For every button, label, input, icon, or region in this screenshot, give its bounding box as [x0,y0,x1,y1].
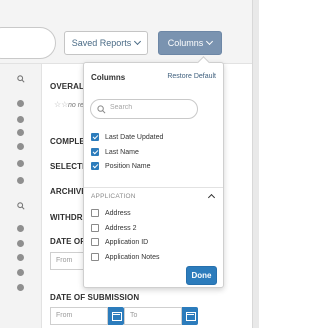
checkbox-unchecked[interactable] [91,253,99,261]
status-dot-icon [17,240,24,247]
report-search-field[interactable] [0,27,56,59]
status-dot-icon [17,129,24,136]
left-icon-column [0,64,42,328]
column-option[interactable]: Last Date Updated [91,131,163,143]
column-option[interactable]: Application Notes [91,251,159,263]
column-option-label: Position Name [105,162,151,170]
column-option-label: Application Notes [105,253,160,261]
status-dot-icon [17,177,24,184]
done-button[interactable]: Done [186,266,217,285]
column-search-field[interactable] [90,99,198,119]
window-edge [252,0,259,328]
column-option[interactable]: Position Name [91,160,151,172]
saved-reports-button[interactable]: Saved Reports [64,31,148,55]
column-option-label: Address [105,209,131,217]
section-label: APPLICATION [91,192,136,200]
submission-to-field[interactable]: To [124,307,182,325]
status-dot-icon [17,284,24,291]
column-search-input[interactable] [110,104,190,111]
columns-dropdown: Columns Restore Default Last Date Update… [83,56,224,288]
checkbox-checked[interactable] [91,148,99,156]
column-option-label: Address 2 [105,224,137,232]
columns-button[interactable]: Columns [158,31,222,55]
status-dot-icon [17,116,24,123]
checkbox-unchecked[interactable] [91,238,99,246]
column-option[interactable]: Last Name [91,146,139,158]
star-rating-icon[interactable]: ☆☆ [54,100,68,109]
application-section-header[interactable]: APPLICATION [91,188,217,204]
no-results-text: no re [68,102,84,109]
status-dot-icon [17,269,24,276]
checkbox-checked[interactable] [91,133,99,141]
columns-dropdown-title: Columns [91,73,126,82]
status-dot-icon [17,143,24,150]
column-option-label: Last Name [105,148,139,156]
chevron-down-icon [134,37,142,46]
checkbox-unchecked[interactable] [91,209,99,217]
search-icon [17,75,25,83]
date-of-submission-label: DATE OF SUBMISSION [50,293,140,302]
column-option[interactable]: Address [91,207,131,219]
column-option-label: Last Date Updated [105,133,164,141]
column-option[interactable]: Application ID [91,236,148,248]
checkbox-unchecked[interactable] [91,224,99,232]
column-option-label: Application ID [105,238,149,246]
date-from-field[interactable]: From [50,252,86,270]
search-icon [97,105,106,114]
calendar-icon[interactable] [182,307,198,325]
checkbox-checked[interactable] [91,162,99,170]
saved-reports-label: Saved Reports [71,38,132,48]
app-screen: Saved Reports Columns OVERALL ☆☆ no re C… [0,0,259,328]
chevron-down-icon [206,37,214,46]
status-dot-icon [17,100,24,107]
status-dot-icon [17,160,24,167]
columns-button-label: Columns [167,38,204,48]
submission-from-field[interactable]: From [50,307,108,325]
status-dot-icon [17,254,24,261]
restore-default-link[interactable]: Restore Default [167,73,216,80]
column-option[interactable]: Address 2 [91,222,137,234]
status-dot-icon [17,225,24,232]
calendar-icon[interactable] [108,307,124,325]
search-icon [17,202,25,210]
caret-up-icon [207,193,216,202]
top-toolbar: Saved Reports Columns [0,0,259,64]
